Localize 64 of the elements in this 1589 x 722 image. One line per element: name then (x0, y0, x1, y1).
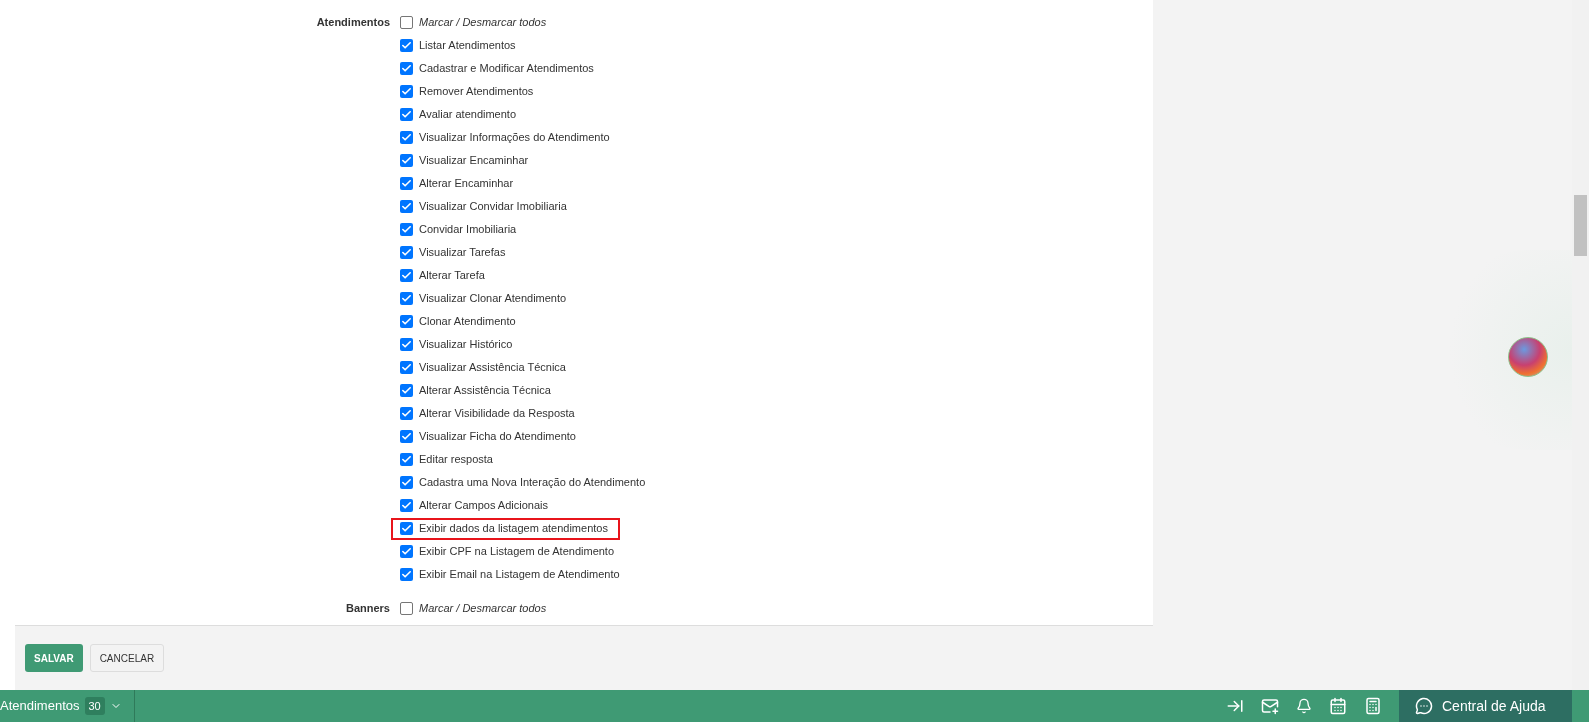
permission-label[interactable]: Visualizar Convidar Imobiliaria (419, 198, 567, 215)
permission-label[interactable]: Remover Atendimentos (419, 83, 534, 100)
permission-label[interactable]: Exibir Email na Listagem de Atendimento (419, 566, 620, 583)
checkbox[interactable] (400, 223, 413, 236)
permission-label[interactable]: Exibir dados da listagem atendimentos (419, 520, 608, 537)
permission-label[interactable]: Visualizar Encaminhar (419, 152, 529, 169)
checkbox[interactable] (400, 499, 413, 512)
calendar-icon[interactable] (1329, 697, 1347, 715)
checkbox[interactable] (400, 338, 413, 351)
permission-label[interactable]: Editar resposta (419, 451, 493, 468)
calculator-icon[interactable] (1364, 697, 1382, 715)
mail-icon[interactable] (1261, 697, 1279, 715)
permission-label[interactable]: Visualizar Clonar Atendimento (419, 290, 567, 307)
section-label: Banners (345, 601, 390, 617)
section-label: Atendimentos (316, 15, 390, 31)
checkbox[interactable] (400, 62, 413, 75)
checkbox[interactable] (400, 269, 413, 282)
checkbox[interactable] (400, 407, 413, 420)
permission-label[interactable]: Visualizar Ficha do Atendimento (419, 428, 576, 445)
permission-label[interactable]: Avaliar atendimento (419, 106, 517, 123)
checkbox[interactable] (400, 568, 413, 581)
toggle-all-label[interactable]: Marcar / Desmarcar todos (419, 14, 547, 31)
checkbox[interactable] (400, 16, 413, 29)
checkbox[interactable] (400, 200, 413, 213)
checkbox[interactable] (400, 453, 413, 466)
checkbox[interactable] (400, 246, 413, 259)
checkbox[interactable] (400, 315, 413, 328)
permission-label[interactable]: Cadastrar e Modificar Atendimentos (419, 60, 594, 77)
arrow-to-line-icon[interactable] (1226, 697, 1244, 715)
checkbox[interactable] (400, 154, 413, 167)
cancel-button[interactable]: CANCELAR (89, 644, 165, 672)
permission-label[interactable]: Listar Atendimentos (419, 37, 516, 54)
checkbox[interactable] (400, 430, 413, 443)
checkbox[interactable] (400, 85, 413, 98)
toggle-all-label[interactable]: Marcar / Desmarcar todos (419, 600, 547, 617)
permission-label[interactable]: Alterar Campos Adicionais (419, 497, 548, 514)
checkbox[interactable] (400, 131, 413, 144)
checkbox[interactable] (400, 602, 413, 615)
checkbox[interactable] (400, 361, 413, 374)
permission-label[interactable]: Visualizar Informações do Atendimento (419, 129, 610, 146)
permission-label[interactable]: Clonar Atendimento (419, 313, 516, 330)
permission-label[interactable]: Cadastra uma Nova Interação do Atendimento (419, 474, 646, 491)
permission-label[interactable]: Alterar Tarefa (419, 267, 485, 284)
permission-label[interactable]: Alterar Visibilidade da Resposta (419, 405, 575, 422)
scrollbar-thumb[interactable] (1574, 195, 1587, 256)
notifications-icon[interactable] (1296, 698, 1312, 714)
chat-bubble-icon (1415, 697, 1433, 715)
permission-label[interactable]: Visualizar Assistência Técnica (419, 359, 566, 376)
checkbox[interactable] (400, 177, 413, 190)
checkbox[interactable] (400, 545, 413, 558)
checkbox[interactable] (400, 476, 413, 489)
permission-label[interactable]: Alterar Encaminhar (419, 175, 514, 192)
checkbox[interactable] (400, 292, 413, 305)
permission-label[interactable]: Visualizar Histórico (419, 336, 513, 353)
permission-label[interactable]: Exibir CPF na Listagem de Atendimento (419, 543, 615, 560)
checkbox[interactable] (400, 384, 413, 397)
help-button[interactable]: Central de Ajuda (1399, 690, 1572, 722)
count-badge: 30 (84, 696, 105, 716)
checkbox[interactable] (400, 522, 413, 535)
permission-label[interactable]: Alterar Assistência Técnica (419, 382, 551, 399)
permission-label[interactable]: Convidar Imobiliaria (419, 221, 517, 238)
permission-label[interactable]: Visualizar Tarefas (419, 244, 506, 261)
checkbox[interactable] (400, 39, 413, 52)
checkbox[interactable] (400, 108, 413, 121)
